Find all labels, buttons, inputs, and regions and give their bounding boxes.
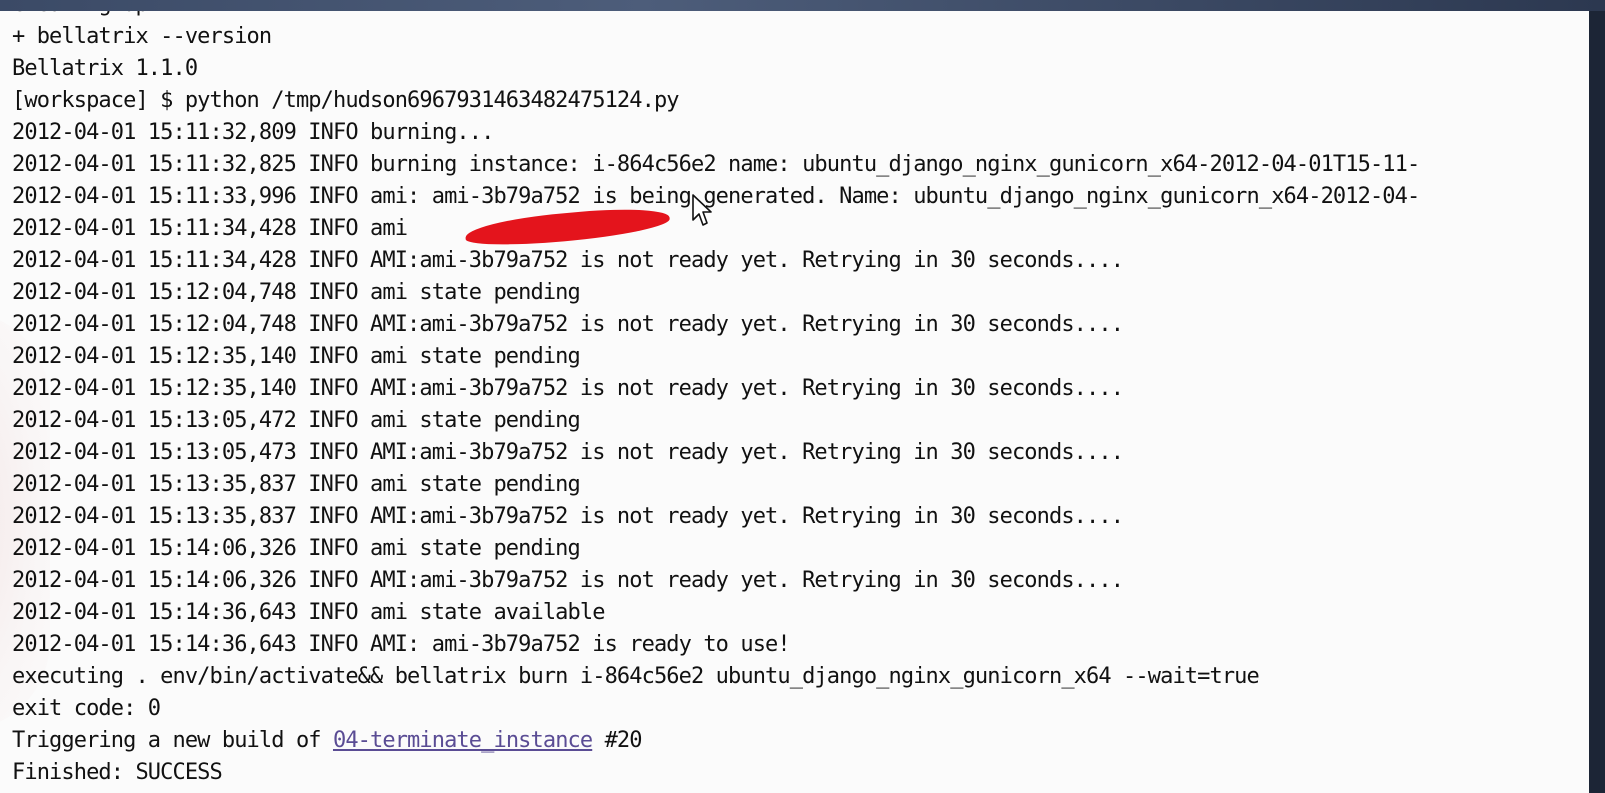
log-line: Cleaning up...: [12, 11, 1419, 21]
log-line: 2012-04-01 15:12:04,748 INFO ami state p…: [12, 280, 581, 305]
trigger-line: Triggering a new build of 04-terminate_i…: [12, 725, 1419, 757]
build-result-line: Finished: SUCCESS: [12, 760, 223, 785]
log-line: 2012-04-01 15:12:35,140 INFO ami state p…: [12, 344, 581, 369]
log-line: 2012-04-01 15:11:32,825 INFO burning ins…: [12, 152, 1420, 177]
log-line: 2012-04-01 15:11:33,996 INFO ami: ami-3b…: [12, 184, 1420, 209]
log-line: exit code: 0: [12, 696, 161, 721]
log-line: 2012-04-01 15:14:06,326 INFO ami state p…: [12, 536, 581, 561]
log-line: [workspace] $ python /tmp/hudson69679314…: [12, 88, 680, 113]
log-line: 2012-04-01 15:13:35,837 INFO AMI:ami-3b7…: [12, 504, 1124, 529]
log-line: 2012-04-01 15:13:35,837 INFO ami state p…: [12, 472, 581, 497]
log-line: 2012-04-01 15:13:05,473 INFO AMI:ami-3b7…: [12, 440, 1124, 465]
trigger-prefix: Triggering a new build of: [12, 728, 333, 753]
log-line: 2012-04-01 15:11:32,809 INFO burning...: [12, 120, 494, 145]
log-line: 2012-04-01 15:11:34,428 INFO AMI:ami-3b7…: [12, 248, 1124, 273]
log-line: Bellatrix 1.1.0: [12, 56, 198, 81]
log-line: 2012-04-01 15:14:06,326 INFO AMI:ami-3b7…: [12, 568, 1124, 593]
trigger-build-number: #20: [592, 728, 643, 753]
downstream-build-link[interactable]: 04-terminate_instance: [333, 728, 593, 753]
log-line: 2012-04-01 15:13:05,472 INFO ami state p…: [12, 408, 581, 433]
log-line: executing . env/bin/activate&& bellatrix…: [12, 664, 1260, 689]
console-output-panel: Cleaning up... + bellatrix --version Bella…: [0, 11, 1605, 793]
log-line: 2012-04-01 15:14:36,643 INFO AMI: ami-3b…: [12, 632, 791, 657]
log-line: 2012-04-01 15:11:34,428 INFO ami: [12, 216, 408, 241]
log-line: 2012-04-01 15:12:04,748 INFO AMI:ami-3b7…: [12, 312, 1124, 337]
screen: Cleaning up... + bellatrix --version Bella…: [0, 0, 1605, 793]
mouse-pointer-icon: [692, 194, 712, 226]
log-line: + bellatrix --version: [12, 24, 272, 49]
window-top-bar: [0, 0, 1605, 11]
log-line: 2012-04-01 15:14:36,643 INFO ami state a…: [12, 600, 605, 625]
log-line: 2012-04-01 15:12:35,140 INFO AMI:ami-3b7…: [12, 376, 1124, 401]
console-log: Cleaning up... + bellatrix --version Bella…: [12, 11, 1420, 789]
